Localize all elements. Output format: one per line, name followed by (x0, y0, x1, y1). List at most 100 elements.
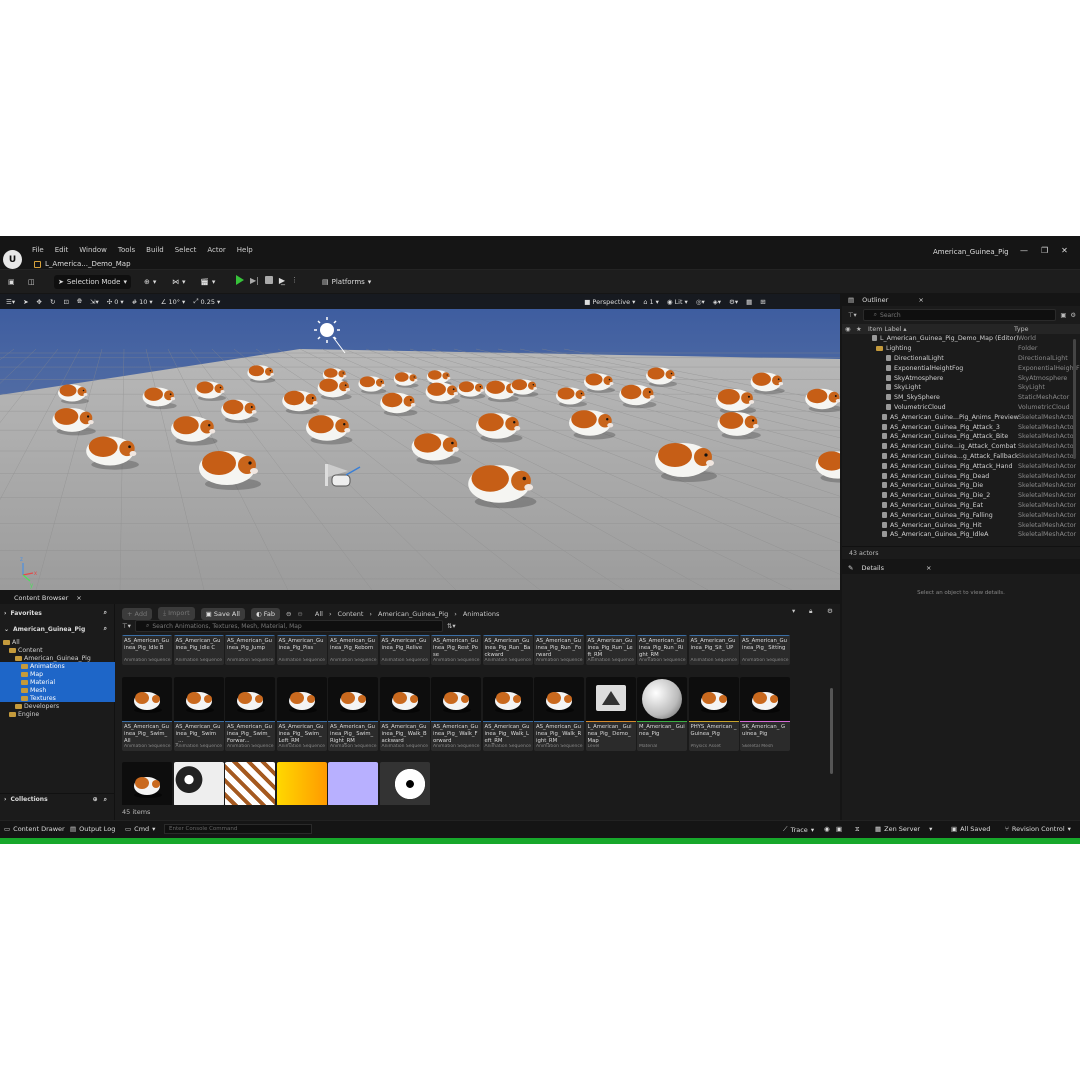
blueprint-button[interactable]: ⋈ ▾ (168, 275, 190, 289)
favorites-search-icon[interactable]: ⌕ (104, 609, 107, 617)
cinematics-button[interactable]: 🎬︎ ▾ (196, 275, 219, 289)
asset-filter-icon[interactable]: ⊤▾ (122, 622, 131, 630)
texture-thumbnail-tile[interactable] (276, 762, 327, 805)
outliner-row[interactable]: AS_American_Guinea_Pig_Attack_3 SkeletalM… (842, 422, 1080, 432)
select-tool-icon[interactable]: ➤ (23, 298, 28, 306)
level-viewport[interactable]: ☰▾ ➤ ✥ ↻ ⊡ 🌐︎ ⇲▾ ✣ 0 ▾ #10 ▾ ∠ 10° ▾ ⤢ 0.25 ▾ ■… (0, 294, 840, 590)
breadcrumb-dropdown-icon[interactable]: ▾ (792, 607, 795, 615)
texture-thumbnail-tile[interactable] (122, 762, 172, 805)
asset-tile[interactable]: AS_American_Guinea_Pig_ Walk_Right_RM Ani… (534, 677, 584, 751)
outliner-row[interactable]: AS_American_Guinea_Pig_IdleA SkeletalMesh… (842, 530, 1080, 540)
show-flags-icon[interactable]: ◎▾ (696, 298, 705, 306)
content-browser-close-icon[interactable]: × (76, 594, 81, 602)
record-icon[interactable]: ◉ (824, 825, 830, 833)
lock-icon[interactable]: 🔒︎ (809, 607, 812, 616)
trace-dropdown[interactable]: ⟋ Trace ▾ (783, 825, 814, 834)
project-search-icon[interactable]: ⌕ (104, 625, 107, 633)
maximize-viewport-icon[interactable]: ⊞ (760, 298, 765, 306)
surface-snap-icon[interactable]: ⇲▾ (90, 298, 99, 306)
asset-scrollbar[interactable] (830, 688, 833, 774)
outliner-row[interactable]: AS_American_Guinea_Pig_Die SkeletalMeshAc… (842, 481, 1080, 491)
outliner-row[interactable]: L_American_Guinea_Pig_Demo_Map (Editor) W… (842, 334, 1080, 344)
folder-american-guinea-pig[interactable]: American_Guinea_Pig (0, 654, 115, 662)
perspective-dropdown[interactable]: ■ Perspective ▾ (584, 298, 635, 306)
asset-tile[interactable]: AS_American_Guinea_Pig_ Walk_Backward Ani… (379, 677, 430, 751)
save-icon[interactable]: ▣ (4, 275, 19, 289)
asset-search-input[interactable]: ⌕ Search Animations, Textures, Mesh, Mat… (134, 620, 443, 632)
translate-tool-icon[interactable]: ✥ (37, 298, 42, 306)
layout-icon[interactable]: ▦ (746, 298, 752, 306)
asset-tile[interactable]: AS_American_Guinea_Pig_ Swim_... Animatio… (173, 677, 224, 751)
asset-tile[interactable]: AS_American_Guinea_Pig_ Walk_Forward Anim… (431, 677, 481, 751)
asset-tile[interactable]: AS_American_Guinea_Pig_ Swim_Right_RM Ani… (328, 677, 378, 751)
import-button[interactable]: ⤓ Import (158, 607, 195, 620)
asset-tile[interactable]: AS_American_Guinea_Pig_ Swim_All Animatio… (122, 677, 172, 751)
add-collection-icon[interactable]: ⊕ (93, 796, 98, 803)
output-log-button[interactable]: ▤ Output Log (70, 825, 115, 833)
revision-control-dropdown[interactable]: ⑂ Revision Control ▾ (1005, 825, 1071, 833)
scale-tool-icon[interactable]: ⊡ (63, 298, 68, 306)
asset-tile[interactable]: AS_American_Guinea_Pig_Piss Animation Seq… (276, 635, 327, 665)
texture-thumbnail-tile[interactable] (328, 762, 378, 805)
menu-edit[interactable]: Edit (55, 246, 69, 254)
outliner-row[interactable]: ExponentialHeightFog ExponentialHeightF (842, 363, 1080, 373)
outliner-row[interactable]: AS_American_Guinea_Pig_Die_2 SkeletalMesh… (842, 491, 1080, 501)
column-type[interactable]: Type (1014, 326, 1028, 333)
menu-select[interactable]: Select (175, 246, 197, 254)
minimize-button[interactable]: — (1020, 246, 1028, 255)
asset-tile[interactable]: AS_American_Guinea_Pig_Jump Animation Seq… (225, 635, 275, 665)
details-tab[interactable]: ✎ Details × (842, 562, 1080, 574)
visibility-icon[interactable]: ◉ (845, 326, 851, 333)
folder-textures[interactable]: Textures (0, 694, 115, 702)
outliner-row[interactable]: AS_American_Guinea_Pig_Eat SkeletalMeshAc… (842, 501, 1080, 511)
close-button[interactable]: ✕ (1061, 246, 1068, 255)
angle-snap-toggle[interactable]: ∠ 10° ▾ (161, 298, 186, 306)
asset-tile[interactable]: AS_American_Guinea_Pig_ Swim_Forwar... An… (225, 677, 275, 751)
asset-tile[interactable]: AS_American_Guinea_Pig_Idle B Animation S… (122, 635, 172, 665)
outliner-row[interactable]: AS_American_Guinea_Pig_Attack_Bite Skelet… (842, 432, 1080, 442)
world-space-icon[interactable]: 🌐︎ (77, 297, 82, 306)
outliner-row[interactable]: AS_American_Guine...Pig_Anims_Preview Ske… (842, 412, 1080, 422)
folder-developers[interactable]: Developers (0, 702, 115, 710)
folder-animations[interactable]: Animations (0, 662, 115, 670)
selection-mode-dropdown[interactable]: ➤ Selection Mode ▾ (54, 275, 131, 289)
asset-tile[interactable]: AS_American_Guinea_Pig_Idle C Animation S… (173, 635, 224, 665)
outliner-tab[interactable]: ▤ Outliner × (842, 294, 1080, 306)
project-section[interactable]: ⌄ American_Guinea_Pig ⌕ (0, 624, 115, 634)
camera-speed-dropdown[interactable]: ⌂ 1 ▾ (643, 298, 659, 306)
zen-server-dropdown[interactable]: ▦ Zen Server ▾ (875, 825, 932, 833)
all-saved-button[interactable]: ▣ All Saved (951, 825, 990, 833)
outliner-scrollbar[interactable] (1073, 339, 1076, 459)
screenshot-icon[interactable]: ▣ (836, 825, 842, 833)
add-folder-icon[interactable]: ▣ (1060, 312, 1066, 319)
column-item-label[interactable]: Item Label ▴ (868, 326, 907, 333)
outliner-row[interactable]: SkyAtmosphere SkyAtmosphere (842, 373, 1080, 383)
guinea-pig-actor[interactable] (805, 388, 840, 413)
asset-tile[interactable]: AS_American_Guinea_Pig_Run _Backward Anim… (482, 635, 533, 665)
outliner-row[interactable]: DirectionalLight DirectionalLight (842, 354, 1080, 364)
rotate-snap-toggle[interactable]: ✣ 0 ▾ (107, 298, 124, 306)
maximize-button[interactable]: ❐ (1041, 246, 1048, 255)
step-icon[interactable]: ▶︎| (250, 276, 259, 285)
asset-tile[interactable]: AS_American_Guinea_Pig_Run _Right_RM Anim… (637, 635, 687, 665)
outliner-row[interactable]: AS_American_Guinea_Pig_Falling SkeletalMe… (842, 510, 1080, 520)
menu-build[interactable]: Build (146, 246, 164, 254)
favorites-section[interactable]: › Favorites ⌕ (0, 608, 115, 618)
texture-thumbnail-tile[interactable] (173, 762, 224, 805)
sort-options-icon[interactable]: ⇅▾ (447, 622, 456, 630)
history-back-icon[interactable]: ⊖ (286, 610, 291, 618)
asset-tile[interactable]: PHYS_American _Guinea_Pig Physics Asset (688, 677, 739, 751)
stop-icon[interactable] (264, 276, 273, 284)
breadcrumb-item[interactable]: American_Guinea_Pig (378, 610, 448, 618)
asset-tile[interactable]: AS_American_Guinea_Pig_Rest_Pose Animatio… (431, 635, 481, 665)
asset-tile[interactable]: L_American_ Guinea_Pig_ Demo_Map Level (585, 677, 636, 751)
details-close-icon[interactable]: × (926, 564, 931, 572)
view-mode-dropdown[interactable]: ◉ Lit ▾ (667, 298, 688, 306)
filter-icon[interactable]: ⊤▾ (848, 312, 857, 319)
menu-file[interactable]: File (32, 246, 44, 254)
grid-snap-toggle[interactable]: #10 ▾ (132, 298, 153, 306)
performance-icon[interactable]: ◈▾ (713, 298, 721, 306)
outliner-row[interactable]: Lighting Folder (842, 344, 1080, 354)
outliner-row[interactable]: SkyLight SkyLight (842, 383, 1080, 393)
outliner-row[interactable]: SM_SkySphere StaticMeshActor (842, 393, 1080, 403)
